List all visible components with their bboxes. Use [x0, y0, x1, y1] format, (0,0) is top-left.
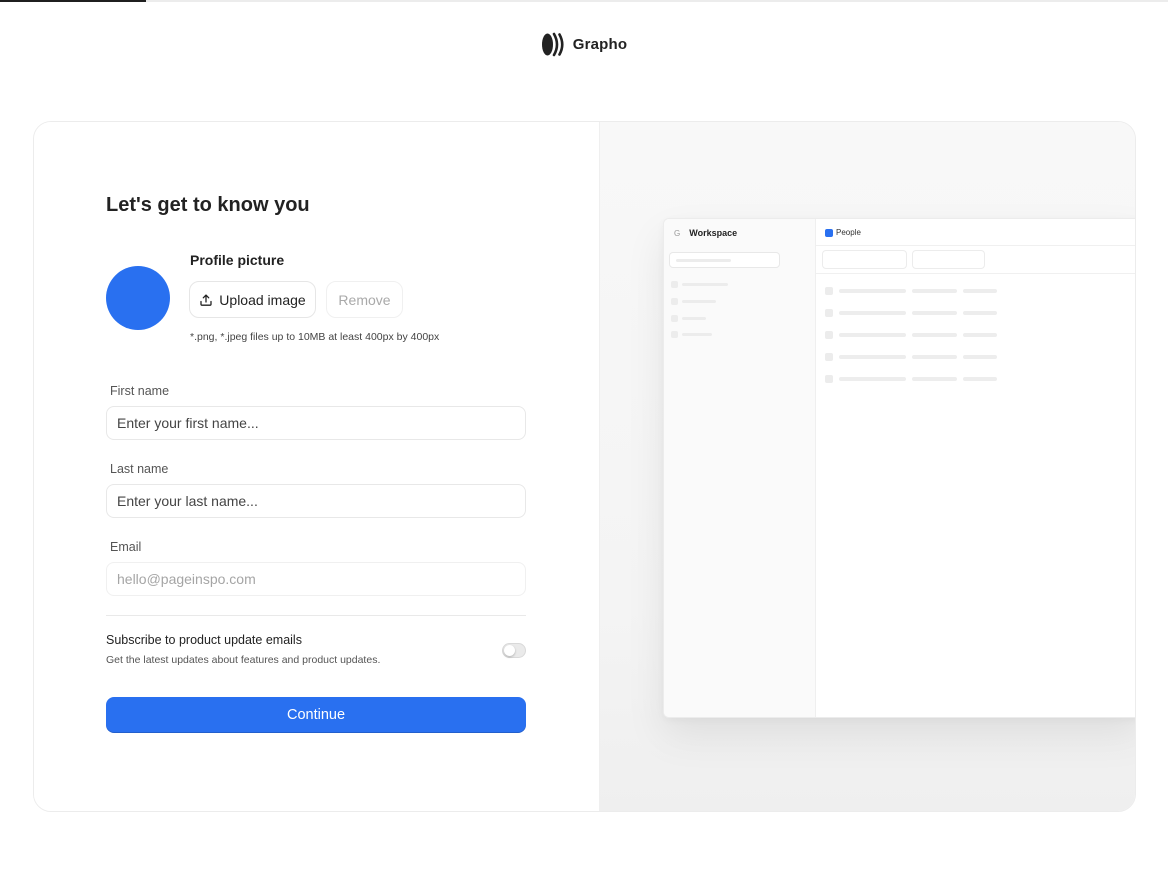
- brand-header: Grapho: [0, 32, 1168, 57]
- preview-nav-item: [671, 331, 712, 338]
- preview-panel: G Workspace People: [599, 122, 1135, 811]
- upload-image-label: Upload image: [219, 291, 306, 308]
- avatar: [106, 266, 170, 330]
- progress-track: [0, 0, 1168, 2]
- preview-nav-item: [671, 298, 716, 305]
- brand-name: Grapho: [572, 36, 628, 53]
- subscribe-title: Subscribe to product update emails: [106, 633, 302, 647]
- divider: [106, 615, 526, 616]
- preview-table-row: [825, 287, 997, 295]
- preview-nav-item: [671, 281, 728, 288]
- preview-tab-label: People: [836, 228, 861, 237]
- email-field[interactable]: [106, 562, 526, 596]
- first-name-label: First name: [110, 384, 170, 398]
- onboarding-card: Let's get to know you Profile picture Up…: [33, 121, 1136, 812]
- last-name-field[interactable]: [106, 484, 526, 518]
- preview-toolbar: [816, 246, 1135, 274]
- preview-table-row: [825, 309, 997, 317]
- people-tab-icon: [825, 228, 833, 237]
- preview-sidebar: G Workspace: [664, 219, 816, 717]
- preview-filter-placeholder: [822, 250, 907, 269]
- first-name-field[interactable]: [106, 406, 526, 440]
- progress-fill: [0, 0, 146, 2]
- preview-header: People: [816, 219, 1135, 246]
- preview-search-placeholder: [669, 252, 780, 268]
- subscribe-toggle[interactable]: [502, 643, 526, 658]
- preview-workspace-label: Workspace: [689, 228, 738, 238]
- preview-sidebar-header: G Workspace: [674, 228, 737, 238]
- app-preview-window: G Workspace People: [663, 218, 1135, 718]
- form-panel: Let's get to know you Profile picture Up…: [34, 122, 599, 811]
- preview-tab-people: People: [825, 228, 861, 237]
- upload-icon: [200, 293, 212, 306]
- preview-filter-placeholder: [912, 250, 985, 269]
- remove-image-button[interactable]: Remove: [326, 281, 403, 318]
- upload-image-button[interactable]: Upload image: [189, 281, 316, 318]
- preview-table-row: [825, 375, 997, 383]
- last-name-label: Last name: [110, 462, 169, 476]
- page-title: Let's get to know you: [106, 194, 310, 216]
- preview-main: People: [816, 219, 1135, 717]
- subscribe-description: Get the latest updates about features an…: [106, 654, 381, 666]
- continue-button[interactable]: Continue: [106, 697, 526, 733]
- profile-picture-label: Profile picture: [190, 252, 285, 268]
- preview-table-row: [825, 353, 997, 361]
- grapho-logo-icon: [541, 32, 564, 57]
- preview-nav-item: [671, 315, 706, 322]
- preview-workspace-initial: G: [674, 228, 681, 238]
- preview-table-row: [825, 331, 997, 339]
- upload-hint: *.png, *.jpeg files up to 10MB at least …: [190, 331, 440, 343]
- toggle-knob: [504, 645, 515, 656]
- email-label: Email: [110, 540, 142, 554]
